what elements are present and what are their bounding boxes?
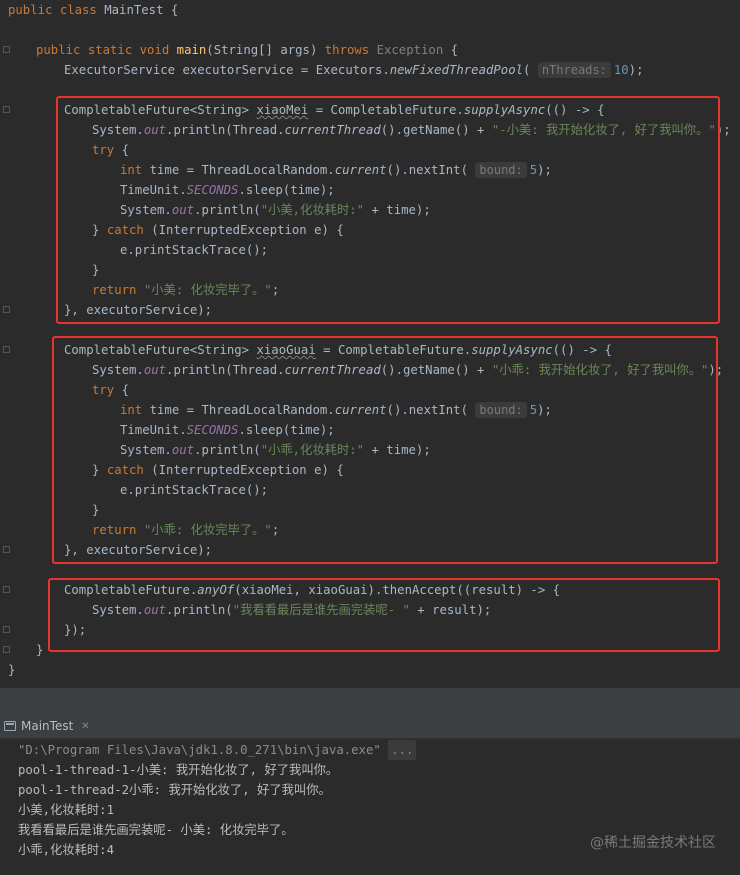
code-line: } <box>8 660 15 680</box>
console-output-line: pool-1-thread-2小乖: 我开始化妆了, 好了我叫你。 <box>18 783 331 797</box>
code-token: newFixedThreadPool <box>389 63 524 77</box>
code-token: ( <box>523 63 538 77</box>
parameter-hint: nThreads: <box>537 62 611 78</box>
tab-maintest[interactable]: MainTest ✕ <box>0 714 100 738</box>
code-token: } <box>36 643 44 657</box>
fold-marker[interactable] <box>3 46 10 53</box>
fold-marker[interactable] <box>3 346 10 353</box>
code-token: MainTest { <box>104 3 179 17</box>
console-output-line: 小美,化妆耗时:1 <box>18 803 114 817</box>
code-editor[interactable]: public class MainTest { public static voi… <box>0 0 740 688</box>
highlight-box-xiaoguai <box>52 336 718 564</box>
code-line: public static void main(String[] args) t… <box>36 40 458 60</box>
watermark: @稀土掘金技术社区 <box>590 835 716 851</box>
code-token: } <box>8 663 16 677</box>
close-icon[interactable]: ✕ <box>81 721 89 732</box>
code-token: ); <box>628 63 644 77</box>
code-line: ExecutorService executorService = Execut… <box>64 60 643 80</box>
command-text: "D:\Program Files\Java\jdk1.8.0_271\bin\… <box>18 743 381 757</box>
code-line: public class MainTest { <box>8 0 178 20</box>
code-line: } <box>36 640 43 660</box>
code-token: public class <box>8 3 105 17</box>
fold-gutter <box>0 0 16 688</box>
code-token: { <box>450 43 459 57</box>
highlight-box-xiaomei <box>56 96 720 324</box>
console-output-line: pool-1-thread-1-小美: 我开始化妆了, 好了我叫你。 <box>18 763 339 777</box>
fold-marker[interactable] <box>3 586 10 593</box>
code-token: main <box>176 43 207 57</box>
fold-marker[interactable] <box>3 546 10 553</box>
command-expand[interactable]: ... <box>388 740 417 760</box>
console-output-line: 我看看最后是谁先画完装呢- 小美: 化妆完毕了。 <box>18 823 294 837</box>
panel-separator <box>0 688 740 714</box>
fold-marker[interactable] <box>3 306 10 313</box>
code-token: ExecutorService executorService = Execut… <box>64 63 390 77</box>
fold-marker[interactable] <box>3 646 10 653</box>
fold-marker[interactable] <box>3 626 10 633</box>
code-token: Exception <box>376 43 451 57</box>
run-console-icon <box>4 721 16 731</box>
console-command-line: "D:\Program Files\Java\jdk1.8.0_271\bin\… <box>18 740 417 760</box>
fold-marker[interactable] <box>3 106 10 113</box>
tab-label: MainTest <box>21 719 74 733</box>
code-token: throws <box>324 43 377 57</box>
code-token: 10 <box>613 63 629 77</box>
console-output-line: 小乖,化妆耗时:4 <box>18 843 114 857</box>
highlight-box-anyof <box>48 578 720 652</box>
run-tab-bar: MainTest ✕ <box>0 714 740 739</box>
code-token: (String[] args) <box>206 43 325 57</box>
code-token: public static void <box>36 43 177 57</box>
